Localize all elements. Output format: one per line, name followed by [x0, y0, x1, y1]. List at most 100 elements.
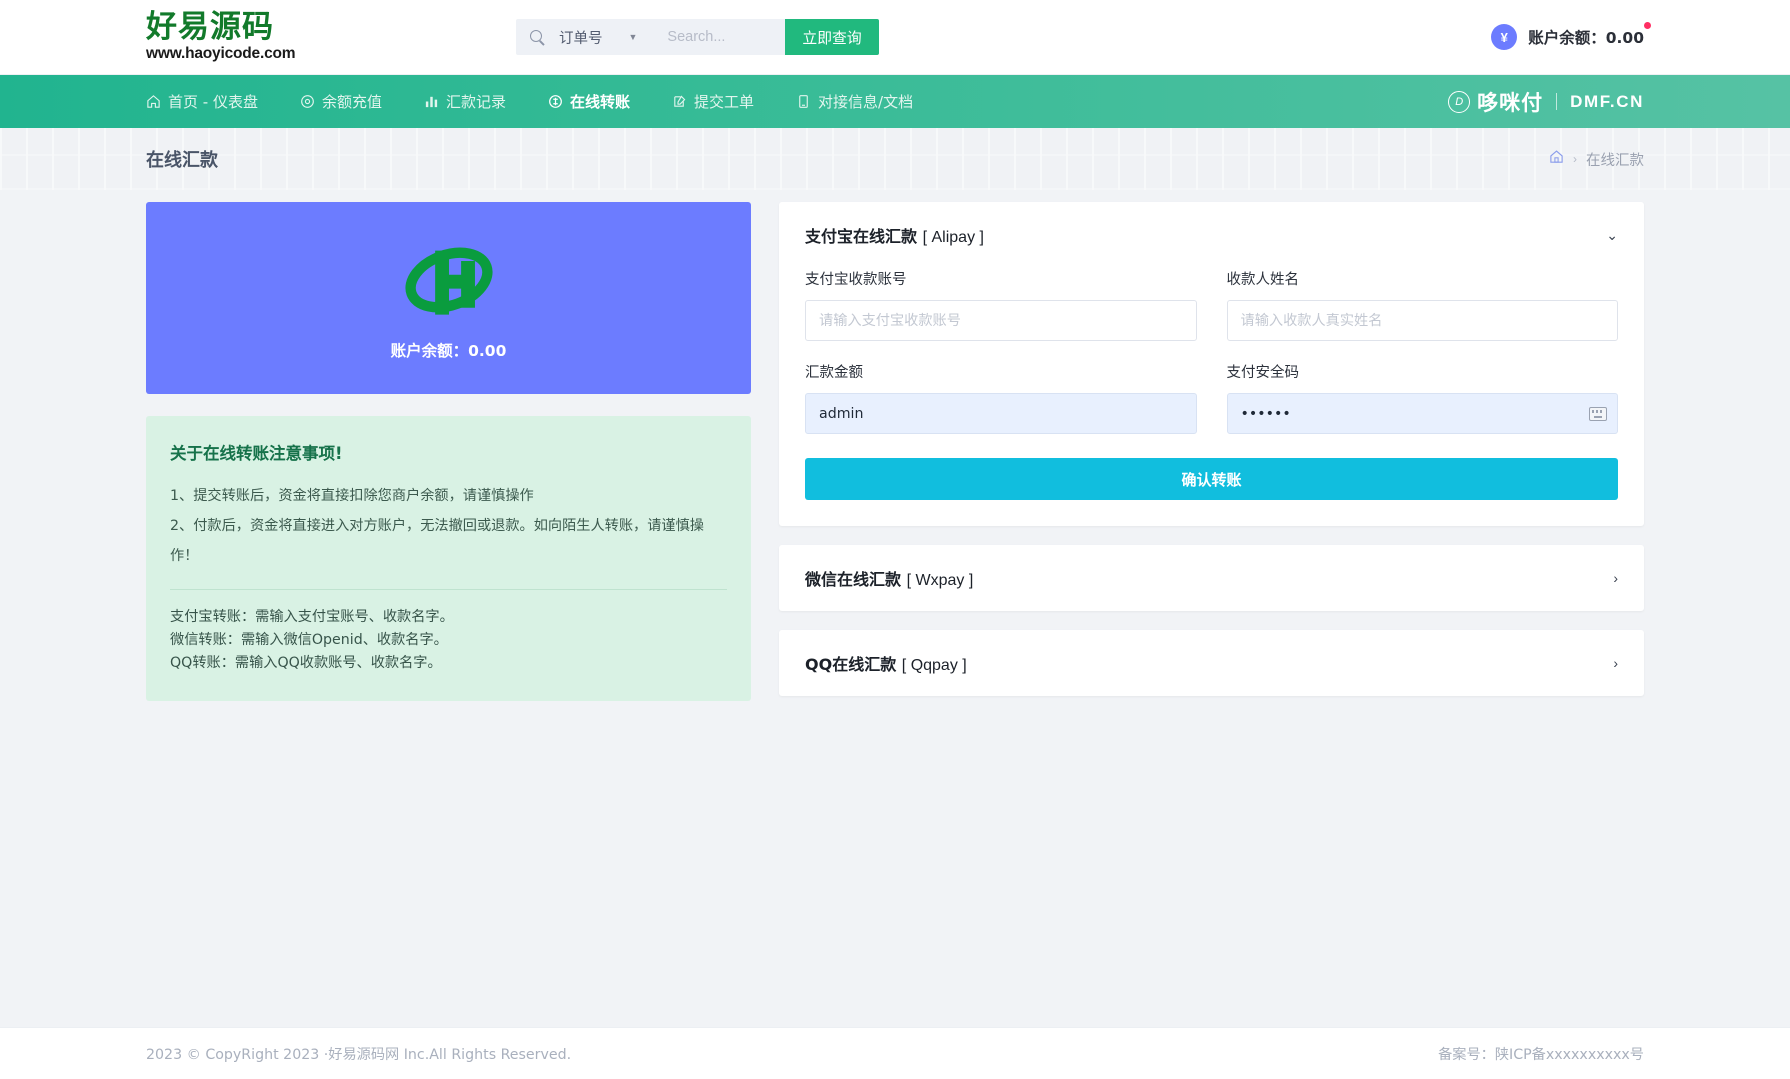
label-payee-name: 收款人姓名 — [1226, 272, 1300, 288]
search-bar: 订单号 ▼ 立即查询 — [516, 19, 879, 55]
book-icon — [796, 94, 811, 109]
notice-sub-line: 支付宝转账：需输入支付宝账号、收款名字。 — [170, 609, 454, 626]
haoyicode-h-logo-icon — [404, 247, 493, 315]
input-alipay-account[interactable] — [805, 300, 1197, 341]
chevron-right-icon[interactable]: › — [1613, 656, 1618, 670]
page-header: 在线汇款 › 在线汇款 — [0, 128, 1790, 190]
nav-label: 余额充值 — [321, 93, 382, 111]
panel-title-en: [ Wxpay ] — [906, 572, 974, 589]
chart-bar-icon — [424, 94, 439, 109]
chevron-down-icon[interactable]: ▼ — [629, 32, 638, 42]
site-logo-cn: 好易源码 — [146, 9, 274, 46]
footer-copyright: 2023 © CopyRight 2023 ·好易源码网 Inc.All Rig… — [146, 1046, 572, 1063]
search-type-select[interactable]: 订单号 — [559, 27, 603, 48]
nav-label: 提交工单 — [694, 93, 755, 111]
nav-label: 汇款记录 — [445, 93, 506, 111]
top-bar: 好易源码 www.haoyicode.com 订单号 ▼ 立即查询 ¥ 账户余额… — [0, 0, 1790, 75]
nav-label: 在线转账 — [569, 93, 630, 111]
account-balance-text: 账户余额：0.00 — [1528, 29, 1644, 47]
panel-title-en: [ Qqpay ] — [901, 657, 967, 674]
nav-item-dashboard[interactable]: 首页 - 仪表盘 — [146, 75, 258, 128]
label-paycode: 支付安全码 — [1226, 365, 1300, 381]
brand-divider — [1556, 93, 1558, 110]
panel-title-cn: 微信在线汇款 — [805, 570, 902, 589]
keyboard-icon[interactable] — [1589, 406, 1607, 421]
search-icon — [530, 29, 545, 45]
notice-sub-line: 微信转账：需输入微信Openid、收款名字。 — [170, 632, 448, 649]
panel-wxpay-title: 微信在线汇款 [ Wxpay ] — [805, 566, 973, 590]
notice-title: 关于在线转账注意事项! — [170, 444, 343, 463]
site-logo[interactable]: 好易源码 www.haoyicode.com — [146, 11, 342, 63]
search-box: 订单号 ▼ — [516, 19, 786, 55]
nav-item-docs[interactable]: 对接信息/文档 — [796, 75, 913, 128]
notification-dot-badge — [1644, 22, 1651, 29]
notice-divider — [170, 589, 727, 591]
confirm-transfer-button[interactable]: 确认转账 — [805, 458, 1618, 500]
panel-qqpay-header[interactable]: QQ在线汇款 [ Qqpay ] › — [779, 630, 1644, 696]
search-submit-button[interactable]: 立即查询 — [785, 19, 879, 55]
dmf-brand-en: DMF.CN — [1570, 91, 1644, 111]
breadcrumb-home-icon[interactable] — [1549, 149, 1564, 169]
account-balance-label: 账户余额：0.00 — [1528, 22, 1651, 48]
transfer-icon — [548, 94, 563, 109]
notice-panel: 关于在线转账注意事项! 1、提交转账后，资金将直接扣除您商户余额，请谨慎操作 2… — [146, 416, 751, 702]
panel-alipay-body: 支付宝收款账号 收款人姓名 汇款金额 — [779, 268, 1644, 526]
left-column: 账户余额：0.00 关于在线转账注意事项! 1、提交转账后，资金将直接扣除您商户… — [146, 202, 751, 702]
search-input[interactable] — [667, 19, 786, 55]
site-logo-url: www.haoyicode.com — [146, 44, 296, 62]
panel-qqpay: QQ在线汇款 [ Qqpay ] › — [779, 630, 1644, 696]
input-paycode[interactable] — [1226, 393, 1618, 434]
panel-alipay-title: 支付宝在线汇款 [ Alipay ] — [805, 223, 984, 247]
input-payee-name[interactable] — [1226, 300, 1618, 341]
nav-item-recharge[interactable]: 余额充值 — [300, 75, 382, 128]
page-footer: 2023 © CopyRight 2023 ·好易源码网 Inc.All Rig… — [0, 1027, 1790, 1079]
nav-item-online-transfer[interactable]: 在线转账 — [548, 75, 630, 128]
dmf-mark-icon: D — [1448, 90, 1471, 113]
chevron-down-icon[interactable]: ⌄ — [1606, 228, 1618, 242]
nav-label: 首页 - 仪表盘 — [168, 93, 258, 111]
footer-icp: 备案号：陕ICP备xxxxxxxxxx号 — [1438, 1046, 1644, 1063]
wallet-icon — [300, 94, 315, 109]
chevron-right-icon[interactable]: › — [1613, 571, 1618, 585]
breadcrumb-separator: › — [1573, 152, 1577, 166]
notice-line: 1、提交转账后，资金将直接扣除您商户余额，请谨慎操作 — [170, 488, 534, 504]
label-amount: 汇款金额 — [805, 365, 863, 381]
form-row-amount: 汇款金额 支付安全码 — [805, 361, 1618, 434]
panel-title-cn: 支付宝在线汇款 — [805, 227, 918, 246]
main-content: 账户余额：0.00 关于在线转账注意事项! 1、提交转账后，资金将直接扣除您商户… — [0, 190, 1790, 1027]
field-group-paycode: 支付安全码 — [1226, 361, 1618, 434]
home-icon — [146, 94, 161, 109]
brand-logo-dmf: D 哆咪付 DMF.CN — [1448, 87, 1644, 117]
field-group-amount: 汇款金额 — [805, 361, 1197, 434]
input-amount[interactable] — [805, 393, 1197, 434]
paycode-field-wrap — [1226, 393, 1618, 434]
yuan-coin-icon: ¥ — [1491, 24, 1518, 50]
balance-card: 账户余额：0.00 — [146, 202, 751, 394]
panel-alipay-header[interactable]: 支付宝在线汇款 [ Alipay ] ⌄ — [779, 202, 1644, 268]
balance-card-text: 账户余额：0.00 — [390, 342, 507, 360]
dmf-brand-cn: 哆咪付 — [1477, 90, 1544, 115]
field-group-payee-name: 收款人姓名 — [1226, 268, 1618, 341]
field-group-alipay-account: 支付宝收款账号 — [805, 268, 1197, 341]
form-row-account: 支付宝收款账号 收款人姓名 — [805, 268, 1618, 341]
notice-sub-line: QQ转账：需输入QQ收款账号、收款名字。 — [170, 655, 442, 672]
panel-qqpay-title: QQ在线汇款 [ Qqpay ] — [805, 651, 967, 675]
main-nav: 首页 - 仪表盘 余额充值 汇款记录 在线转账 提交工单 对接信息/文档 D 哆… — [0, 75, 1790, 128]
panel-wxpay: 微信在线汇款 [ Wxpay ] › — [779, 545, 1644, 611]
panel-alipay: 支付宝在线汇款 [ Alipay ] ⌄ 支付宝收款账号 收款人姓名 — [779, 202, 1644, 526]
right-column: 支付宝在线汇款 [ Alipay ] ⌄ 支付宝收款账号 收款人姓名 — [779, 202, 1644, 696]
panel-wxpay-header[interactable]: 微信在线汇款 [ Wxpay ] › — [779, 545, 1644, 611]
nav-item-submit-ticket[interactable]: 提交工单 — [672, 75, 754, 128]
page-title: 在线汇款 — [146, 150, 218, 171]
nav-item-remittance-records[interactable]: 汇款记录 — [424, 75, 506, 128]
account-balance-area[interactable]: ¥ 账户余额：0.00 — [1491, 22, 1651, 50]
nav-label: 对接信息/文档 — [818, 93, 914, 111]
breadcrumb-current: 在线汇款 — [1586, 152, 1644, 169]
label-alipay-account: 支付宝收款账号 — [805, 272, 907, 288]
breadcrumb: › 在线汇款 — [1549, 149, 1644, 170]
app-root: 好易源码 www.haoyicode.com 订单号 ▼ 立即查询 ¥ 账户余额… — [0, 0, 1790, 1079]
notice-line: 2、付款后，资金将直接进入对方账户，无法撤回或退款。如向陌生人转账，请谨慎操作！ — [170, 517, 704, 564]
panel-title-en: [ Alipay ] — [922, 229, 984, 246]
ticket-icon — [672, 94, 687, 109]
panel-title-cn: QQ在线汇款 — [805, 655, 897, 674]
